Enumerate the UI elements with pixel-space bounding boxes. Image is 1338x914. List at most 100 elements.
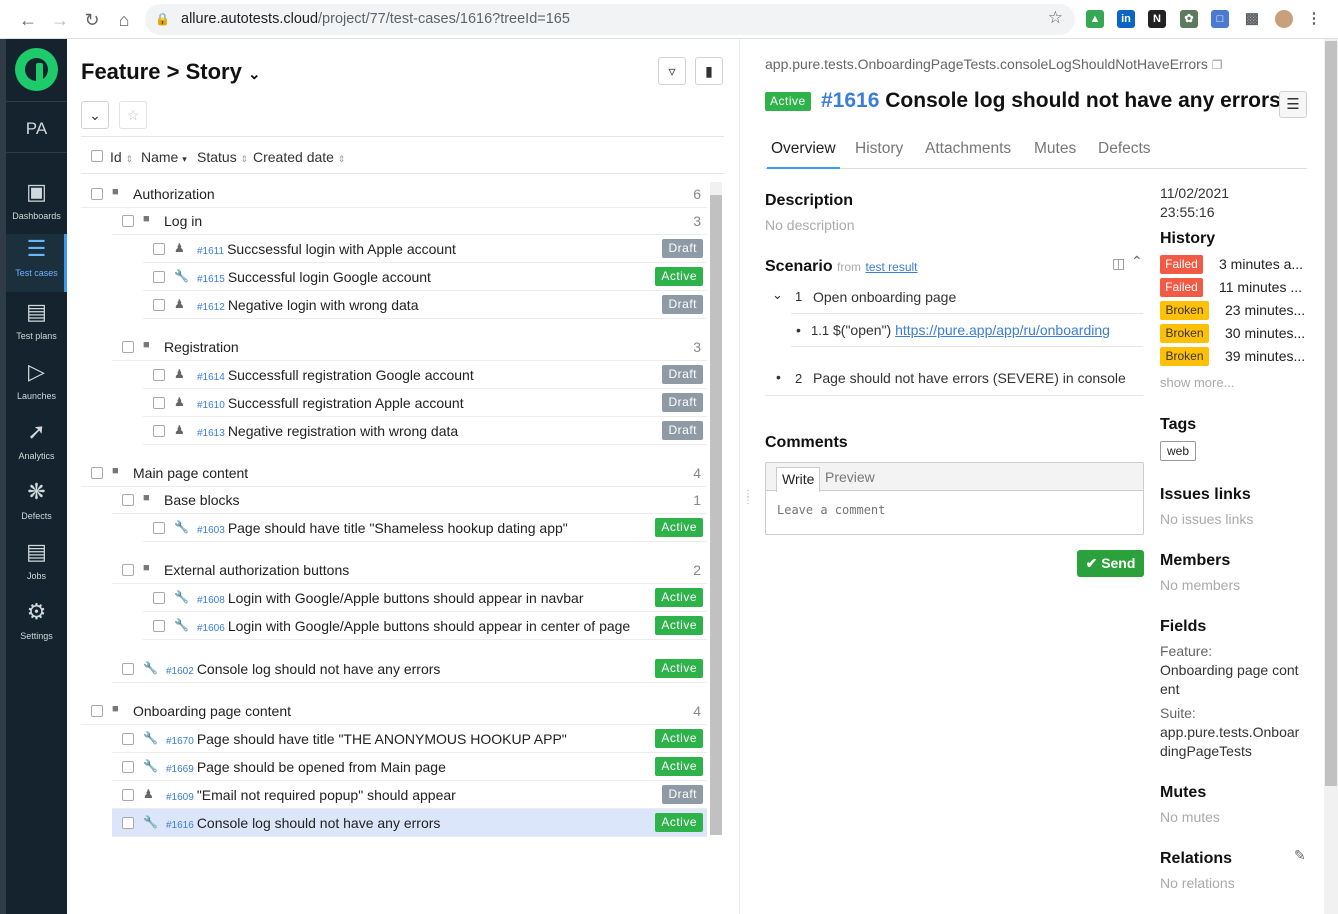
tree-group-row[interactable]: ■ Authorization 6	[81, 180, 707, 208]
test-case-row[interactable]: ♟ #1609 "Email not required popup" should…	[112, 781, 707, 809]
tab-history[interactable]: History	[855, 140, 903, 158]
test-case-row[interactable]: ♟ #1613 Negative registration with wrong …	[143, 417, 707, 445]
row-checkbox[interactable]	[122, 215, 134, 227]
row-checkbox[interactable]	[153, 243, 165, 255]
row-checkbox[interactable]	[153, 620, 165, 632]
column-name[interactable]: Name ▾	[141, 149, 187, 165]
row-checkbox[interactable]	[153, 397, 165, 409]
row-checkbox[interactable]	[122, 817, 134, 829]
history-status-badge[interactable]: Failed	[1160, 255, 1203, 274]
select-all-checkbox[interactable]	[91, 150, 103, 162]
address-bar[interactable]: 🔒 allure.autotests.cloud/project/77/test…	[145, 4, 1075, 35]
comment-preview-tab[interactable]: Preview	[825, 469, 875, 485]
test-case-row[interactable]: ♟ #1612 Negative login with wrong data Dr…	[143, 291, 707, 319]
copy-icon[interactable]: ❐	[1212, 58, 1223, 72]
tree-group-row[interactable]: ■ Main page content 4	[81, 459, 707, 487]
row-checkbox[interactable]	[122, 663, 134, 675]
row-checkbox[interactable]	[122, 789, 134, 801]
history-time[interactable]: 30 minutes...	[1225, 325, 1305, 341]
sidebar-item-defects[interactable]: ❋ Defects	[6, 477, 67, 535]
layout-toggle-icon[interactable]: ◫	[1112, 255, 1125, 272]
sidebar-item-test-plans[interactable]: ▤ Test plans	[6, 297, 67, 355]
notion-extension-icon[interactable]: N	[1148, 10, 1166, 28]
pencil-edit-icon[interactable]: ✎	[1294, 847, 1306, 864]
onboarding-url-link[interactable]: https://pure.app/app/ru/onboarding	[895, 322, 1110, 338]
tree-group-row[interactable]: ■ Log in 3	[112, 207, 707, 235]
row-checkbox[interactable]	[153, 592, 165, 604]
tab-attachments[interactable]: Attachments	[925, 140, 1011, 158]
send-comment-button[interactable]: ✔ Send	[1077, 550, 1144, 577]
reload-icon[interactable]: ↻	[82, 10, 102, 30]
row-checkbox[interactable]	[91, 188, 103, 200]
sidebar-item-jobs[interactable]: ▤ Jobs	[6, 537, 67, 595]
row-checkbox[interactable]	[153, 271, 165, 283]
show-more-link[interactable]: show more...	[1160, 375, 1234, 390]
forward-icon[interactable]: →	[50, 10, 70, 30]
test-case-row[interactable]: ♟ #1610 Successfull registration Apple ac…	[143, 389, 707, 417]
test-case-row[interactable]: ♟ #1614 Successfull registration Google a…	[143, 361, 707, 389]
history-time[interactable]: 39 minutes...	[1225, 348, 1305, 364]
test-case-row[interactable]: 🔧 #1602 Console log should not have any e…	[112, 655, 707, 683]
tree-group-row[interactable]: ■ Registration 3	[112, 333, 707, 361]
tree-group-row[interactable]: ■ External authorization buttons 2	[112, 556, 707, 584]
row-checkbox[interactable]	[91, 467, 103, 479]
row-checkbox[interactable]	[122, 341, 134, 353]
tab-overview[interactable]: Overview	[767, 140, 840, 169]
sidebar-item-dashboards[interactable]: ▣ Dashboards	[6, 177, 67, 235]
panel-splitter[interactable]	[739, 39, 751, 914]
column-created-date[interactable]: Created date ⇕	[253, 149, 345, 165]
actions-menu-button[interactable]: ☰	[1279, 91, 1307, 118]
test-case-row-selected[interactable]: 🔧 #1616 Console log should not have any e…	[112, 809, 707, 837]
history-status-badge[interactable]: Failed	[1160, 278, 1203, 297]
puzzle-extensions-icon[interactable]: ▩	[1243, 10, 1261, 28]
history-status-badge[interactable]: Broken	[1160, 347, 1209, 366]
row-checkbox[interactable]	[122, 761, 134, 773]
row-checkbox[interactable]	[153, 522, 165, 534]
bookmark-star-icon[interactable]: ☆	[1048, 8, 1063, 28]
sidebar-item-launches[interactable]: ▷ Launches	[6, 357, 67, 415]
drive-extension-icon[interactable]: ▲	[1086, 10, 1104, 28]
lock-button[interactable]: ▮	[695, 57, 723, 85]
test-case-row[interactable]: 🔧 #1603 Page should have title "Shameless…	[143, 514, 707, 542]
sidebar-item-analytics[interactable]: ➚ Analytics	[6, 417, 67, 475]
favorite-button[interactable]: ☆	[119, 101, 147, 129]
test-result-link[interactable]: test result	[866, 260, 918, 274]
history-status-badge[interactable]: Broken	[1160, 324, 1209, 343]
test-case-row[interactable]: 🔧 #1670 Page should have title "THE ANONY…	[112, 725, 707, 753]
row-checkbox[interactable]	[122, 494, 134, 506]
comment-write-tab[interactable]: Write	[776, 467, 821, 492]
test-case-row[interactable]: 🔧 #1615 Successful login Google account A…	[143, 263, 707, 291]
history-status-badge[interactable]: Broken	[1160, 301, 1209, 320]
extension-icon[interactable]: ✿	[1180, 10, 1198, 28]
tab-defects[interactable]: Defects	[1098, 140, 1151, 158]
sidebar-item-settings[interactable]: ⚙ Settings	[6, 597, 67, 655]
history-time[interactable]: 11 minutes ...	[1219, 279, 1302, 295]
row-checkbox[interactable]	[153, 299, 165, 311]
home-icon[interactable]: ⌂	[114, 10, 134, 30]
profile-avatar[interactable]	[1275, 10, 1293, 28]
back-icon[interactable]: ←	[18, 10, 38, 30]
calendar-extension-icon[interactable]: □	[1211, 10, 1229, 28]
column-status[interactable]: Status ⇕	[197, 149, 248, 165]
test-case-row[interactable]: ♟ #1611 Succsessful login with Apple acco…	[143, 235, 707, 263]
row-checkbox[interactable]	[122, 564, 134, 576]
linkedin-extension-icon[interactable]: in	[1117, 10, 1135, 28]
test-case-row[interactable]: 🔧 #1606 Login with Google/Apple buttons s…	[143, 612, 707, 640]
row-checkbox[interactable]	[153, 425, 165, 437]
expand-collapse-button[interactable]: ⌄	[81, 101, 109, 129]
tree-group-row[interactable]: ■ Base blocks 1	[112, 486, 707, 514]
tree-scrollbar-thumb[interactable]	[710, 195, 722, 835]
column-id[interactable]: Id ⇕	[110, 149, 133, 165]
test-case-row[interactable]: 🔧 #1669 Page should be opened from Main p…	[112, 753, 707, 781]
row-checkbox[interactable]	[153, 369, 165, 381]
test-case-row[interactable]: 🔧 #1608 Login with Google/Apple buttons s…	[143, 584, 707, 612]
browser-menu-icon[interactable]: ⋮	[1305, 10, 1323, 28]
tree-group-row[interactable]: ■ Onboarding page content 4	[81, 697, 707, 725]
chevron-down-icon[interactable]: ⌄	[772, 287, 783, 303]
tab-mutes[interactable]: Mutes	[1034, 140, 1076, 158]
detail-scrollbar-thumb[interactable]	[1325, 41, 1337, 786]
sidebar-item-test-cases[interactable]: ☰ Test cases	[6, 234, 67, 292]
comment-input[interactable]	[767, 493, 1142, 533]
project-avatar[interactable]: PA	[6, 119, 67, 139]
tag-chip[interactable]: web	[1160, 441, 1197, 461]
